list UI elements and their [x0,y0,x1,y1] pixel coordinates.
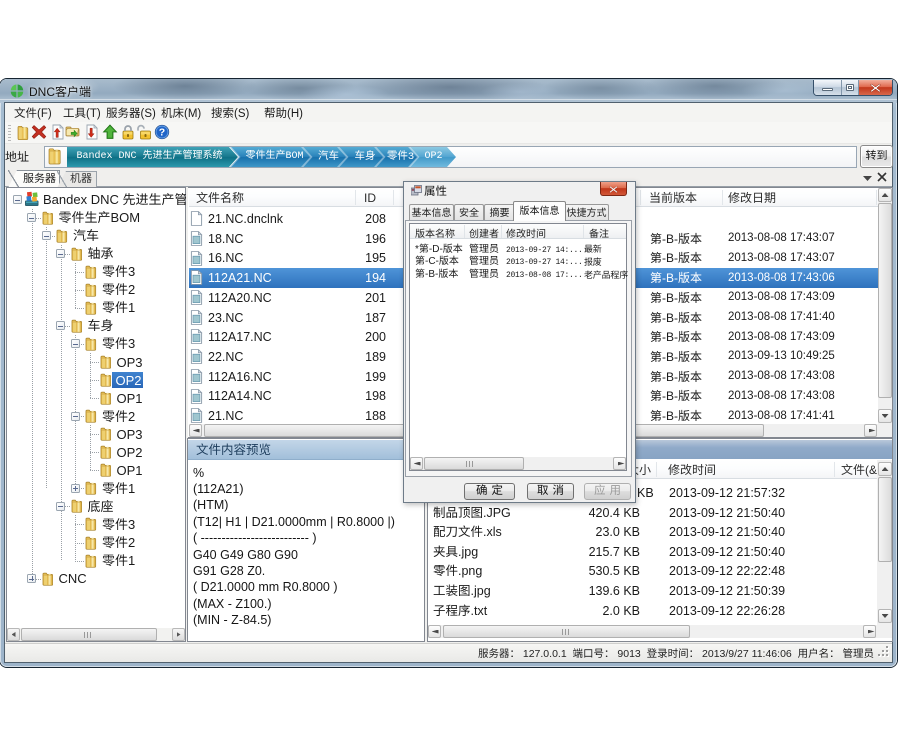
svg-text:?: ? [159,127,165,139]
